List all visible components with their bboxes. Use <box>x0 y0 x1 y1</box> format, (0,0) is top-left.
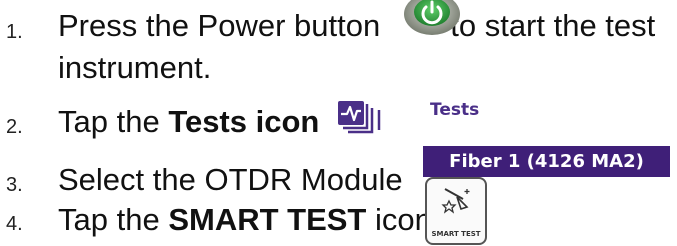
step-number: 4. <box>6 213 23 235</box>
power-button-icon <box>402 0 462 36</box>
step-text: Tap the Tests icon <box>58 102 319 142</box>
wand-icon <box>441 188 470 214</box>
smart-test-icon-label: SMART TEST <box>431 230 481 238</box>
tests-icon <box>337 100 385 134</box>
step-text-before: Tap the <box>58 104 169 139</box>
step-number: 2. <box>6 116 23 138</box>
step-text-after: to start the test <box>450 8 656 43</box>
step-text-after: icon <box>366 202 432 237</box>
step-text: Press the Power button to start the test <box>58 6 655 46</box>
step-text-before: Press the Power button <box>58 8 381 43</box>
step-number: 3. <box>6 174 23 196</box>
step-text-line2: instrument. <box>58 50 212 85</box>
step-number: 1. <box>6 21 23 43</box>
step-text: Tap the SMART TEST icon <box>58 200 432 240</box>
smart-test-icon: SMART TEST <box>425 177 487 245</box>
step-text-bold: SMART TEST <box>168 202 367 237</box>
step-text-before: Tap the <box>58 202 169 237</box>
step-text-bold: Tests icon <box>168 104 320 139</box>
step-text: Select the OTDR Module <box>58 162 403 197</box>
tests-icon-label: Tests <box>430 100 480 120</box>
otdr-module-badge: Fiber 1 (4126 MA2) <box>423 146 670 177</box>
